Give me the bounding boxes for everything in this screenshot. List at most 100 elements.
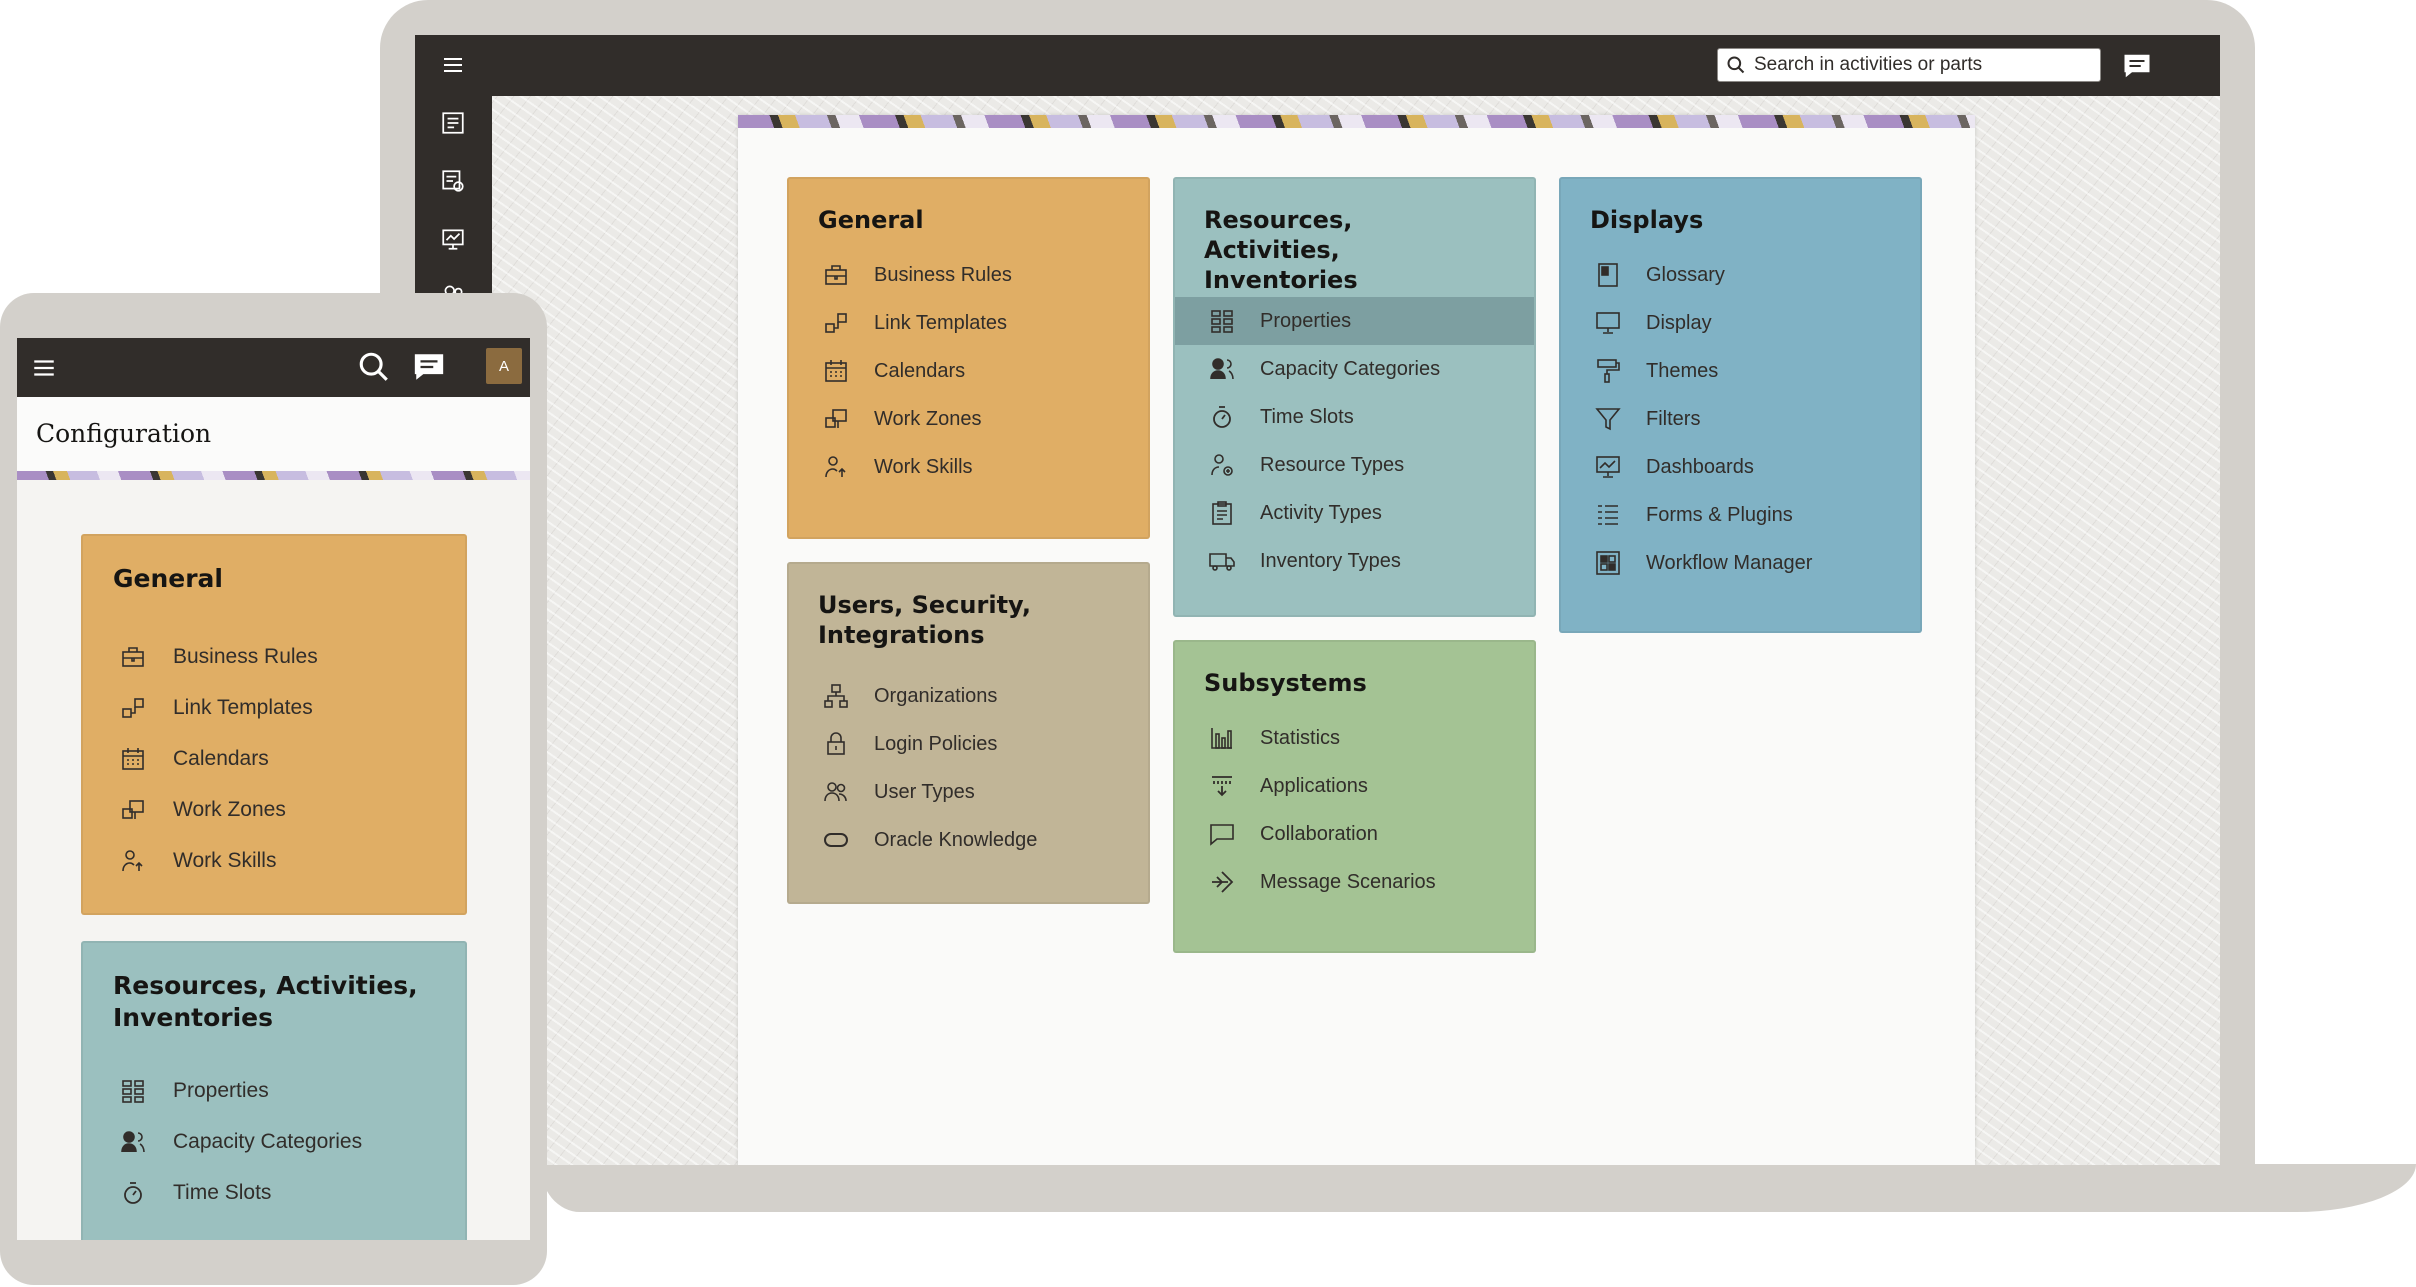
search-placeholder: Search in activities or parts bbox=[1754, 54, 1983, 75]
chat-icon[interactable] bbox=[412, 350, 446, 388]
config-item-label: Calendars bbox=[173, 746, 269, 770]
config-item-label: Work Zones bbox=[874, 407, 982, 430]
card-title: General bbox=[113, 564, 223, 593]
dispatch-console-icon[interactable] bbox=[434, 162, 472, 200]
search-icon bbox=[1726, 55, 1746, 75]
link-templates-icon bbox=[822, 309, 850, 337]
config-item-label: Link Templates bbox=[173, 695, 313, 719]
menu-icon[interactable] bbox=[434, 46, 472, 84]
card-general: General Business Rules Link Templates Ca… bbox=[787, 177, 1150, 539]
decorative-stripe bbox=[17, 471, 530, 480]
briefcase-icon bbox=[822, 261, 850, 289]
laptop-base bbox=[540, 1164, 2416, 1212]
config-item-time-slots[interactable]: Time Slots bbox=[83, 1167, 465, 1218]
capacity-icon bbox=[119, 1128, 147, 1156]
search-icon[interactable] bbox=[357, 350, 391, 388]
config-item-label: Applications bbox=[1260, 774, 1368, 797]
config-item-work-skills[interactable]: Work Skills bbox=[789, 443, 1148, 491]
config-item-label: Display bbox=[1646, 311, 1712, 334]
config-item-business-rules[interactable]: Business Rules bbox=[83, 631, 465, 682]
card-title: General bbox=[818, 206, 924, 234]
config-item-work-zones[interactable]: Work Zones bbox=[789, 395, 1148, 443]
config-item-label: Work Skills bbox=[874, 455, 973, 478]
config-item-time-slots[interactable]: Time Slots bbox=[1175, 393, 1534, 441]
config-item-user-types[interactable]: User Types bbox=[789, 768, 1148, 816]
menu-icon[interactable] bbox=[31, 355, 57, 385]
config-item-properties[interactable]: Properties bbox=[1175, 297, 1534, 345]
avatar[interactable]: A bbox=[486, 348, 522, 384]
org-chart-icon bbox=[822, 682, 850, 710]
config-item-label: Login Policies bbox=[874, 732, 998, 755]
config-item-display[interactable]: Display bbox=[1561, 299, 1920, 347]
config-item-collaboration[interactable]: Collaboration bbox=[1175, 810, 1534, 858]
config-item-inventory-types[interactable]: Inventory Types bbox=[1175, 537, 1534, 585]
card-resources-activities-inventories: Resources, Activities, Inventories Prope… bbox=[81, 941, 467, 1240]
dashboard-icon bbox=[1594, 453, 1622, 481]
config-item-forms-plugins[interactable]: Forms & Plugins bbox=[1561, 491, 1920, 539]
search-input[interactable]: Search in activities or parts bbox=[1717, 48, 2101, 82]
oracle-icon bbox=[822, 826, 850, 854]
config-item-label: Organizations bbox=[874, 684, 998, 707]
config-item-label: Statistics bbox=[1260, 726, 1341, 749]
config-item-label: Work Skills bbox=[173, 848, 277, 872]
activity-list-icon[interactable] bbox=[434, 104, 472, 142]
phone-screen: A Configuration General Business Rules L… bbox=[17, 338, 530, 1240]
config-item-label: Inventory Types bbox=[1260, 549, 1401, 572]
work-zones-icon bbox=[822, 405, 850, 433]
card-users-security-integrations: Users, Security, Integrations Organizati… bbox=[787, 562, 1150, 904]
config-item-capacity-categories[interactable]: Capacity Categories bbox=[83, 1116, 465, 1167]
config-item-resource-types[interactable]: Resource Types bbox=[1175, 441, 1534, 489]
config-item-label: Dashboards bbox=[1646, 455, 1754, 478]
calendar-icon bbox=[119, 745, 147, 773]
config-item-business-rules[interactable]: Business Rules bbox=[789, 251, 1148, 299]
config-item-link-templates[interactable]: Link Templates bbox=[83, 682, 465, 733]
card-title: Subsystems bbox=[1204, 669, 1367, 697]
config-item-work-skills[interactable]: Work Skills bbox=[83, 835, 465, 886]
config-item-workflow-manager[interactable]: Workflow Manager bbox=[1561, 539, 1920, 587]
config-item-message-scenarios[interactable]: Message Scenarios bbox=[1175, 858, 1534, 906]
config-item-work-zones[interactable]: Work Zones bbox=[83, 784, 465, 835]
card-resources-activities-inventories: Resources, Activities, Inventories Prope… bbox=[1173, 177, 1536, 617]
truck-icon bbox=[1208, 547, 1236, 575]
config-item-link-templates[interactable]: Link Templates bbox=[789, 299, 1148, 347]
clipboard-icon bbox=[1208, 499, 1236, 527]
card-displays: Displays Glossary Display Themes Filters… bbox=[1559, 177, 1922, 633]
chat-icon[interactable] bbox=[2119, 48, 2155, 84]
config-item-capacity-categories[interactable]: Capacity Categories bbox=[1175, 345, 1534, 393]
config-item-label: Filters bbox=[1646, 407, 1701, 430]
config-item-label: Activity Types bbox=[1260, 501, 1382, 524]
config-item-label: Oracle Knowledge bbox=[874, 828, 1038, 851]
config-item-glossary[interactable]: Glossary bbox=[1561, 251, 1920, 299]
config-item-organizations[interactable]: Organizations bbox=[789, 672, 1148, 720]
users-icon bbox=[822, 778, 850, 806]
briefcase-icon bbox=[119, 643, 147, 671]
workflow-icon bbox=[1594, 549, 1622, 577]
card-title: Users, Security, Integrations bbox=[818, 591, 1031, 649]
config-item-calendars[interactable]: Calendars bbox=[83, 733, 465, 784]
timer-icon bbox=[1208, 403, 1236, 431]
config-item-label: Properties bbox=[173, 1078, 269, 1102]
config-item-label: Themes bbox=[1646, 359, 1719, 382]
laptop-screen: Search in activities or parts General Bu… bbox=[415, 35, 2220, 1165]
dashboard-icon[interactable] bbox=[434, 220, 472, 258]
link-templates-icon bbox=[119, 694, 147, 722]
phone-header-bar: A bbox=[17, 338, 530, 397]
config-item-dashboards[interactable]: Dashboards bbox=[1561, 443, 1920, 491]
config-item-label: Collaboration bbox=[1260, 822, 1378, 845]
speech-bubble-icon bbox=[1208, 820, 1236, 848]
config-item-login-policies[interactable]: Login Policies bbox=[789, 720, 1148, 768]
config-item-activity-types[interactable]: Activity Types bbox=[1175, 489, 1534, 537]
work-skills-icon bbox=[119, 847, 147, 875]
config-item-properties[interactable]: Properties bbox=[83, 1065, 465, 1116]
decorative-stripe bbox=[738, 115, 1975, 128]
config-item-filters[interactable]: Filters bbox=[1561, 395, 1920, 443]
config-item-label: User Types bbox=[874, 780, 975, 803]
config-item-statistics[interactable]: Statistics bbox=[1175, 714, 1534, 762]
config-item-calendars[interactable]: Calendars bbox=[789, 347, 1148, 395]
config-item-applications[interactable]: Applications bbox=[1175, 762, 1534, 810]
card-general: General Business Rules Link Templates Ca… bbox=[81, 534, 467, 915]
config-item-oracle-knowledge[interactable]: Oracle Knowledge bbox=[789, 816, 1148, 864]
config-item-themes[interactable]: Themes bbox=[1561, 347, 1920, 395]
config-item-label: Glossary bbox=[1646, 263, 1725, 286]
paint-roller-icon bbox=[1594, 357, 1622, 385]
